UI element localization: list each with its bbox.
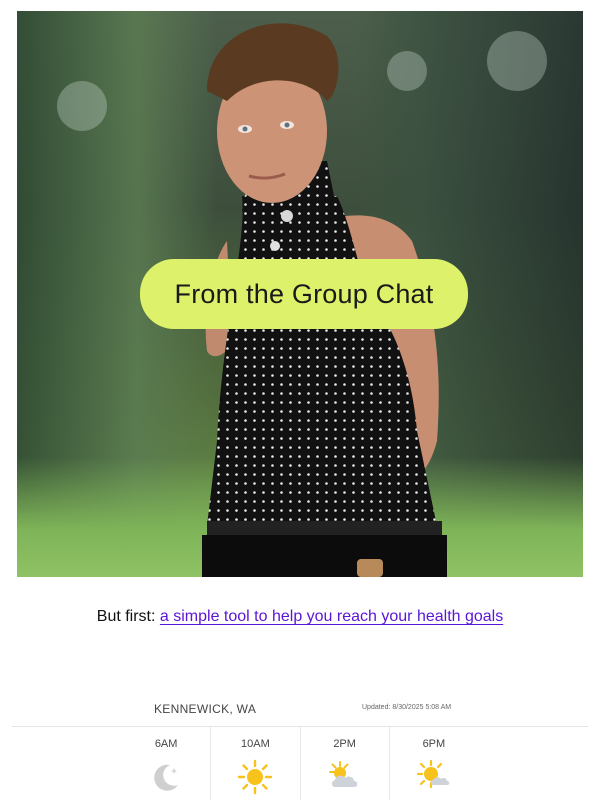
forecast-time: 6PM (422, 738, 446, 750)
weather-location: KENNEWICK, WA (154, 702, 257, 716)
weather-forecast: 6AM 10AM 2PM 6PM (122, 727, 478, 800)
weather-updated-time: Updated: 8/30/2025 5:08 AM (362, 704, 452, 711)
forecast-column: 2PM (299, 727, 389, 800)
moon-icon (154, 764, 179, 791)
group-chat-title: From the Group Chat (174, 278, 434, 309)
intro-line: But first: a simple tool to help you rea… (0, 608, 600, 626)
forecast-column: 6AM (122, 727, 210, 800)
sun-behind-cloud-icon (416, 759, 450, 789)
hero-bokeh (57, 81, 107, 131)
forecast-time: 10AM (241, 738, 270, 750)
intro-prefix: But first: (96, 608, 156, 625)
weather-widget: KENNEWICK, WA Updated: 8/30/2025 5:08 AM… (12, 690, 588, 800)
forecast-time: 6AM (154, 738, 178, 750)
weather-header: KENNEWICK, WA Updated: 8/30/2025 5:08 AM (12, 690, 588, 727)
forecast-column: 6PM (388, 727, 478, 800)
forecast-time: 2PM (333, 738, 356, 750)
forecast-column: 10AM (210, 727, 299, 800)
partly-cloudy-icon (328, 761, 358, 787)
health-goals-link[interactable]: a simple tool to help you reach your hea… (160, 608, 503, 625)
sun-icon (238, 759, 273, 795)
